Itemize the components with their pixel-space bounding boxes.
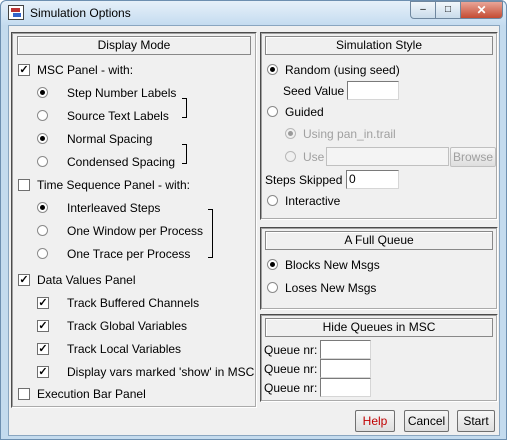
track-global-variables-checkbox[interactable]: ✓ [37,320,49,332]
track-global-variables-label: Track Global Variables [67,319,188,333]
condensed-spacing-label: Condensed Spacing [67,155,176,169]
msc-panel-label: MSC Panel - with: [37,63,134,77]
time-sequence-group-bracket [208,209,213,258]
spacing-group-bracket [182,144,187,164]
use-file-label: Use [303,150,325,164]
step-number-labels-label: Step Number Labels [67,86,177,100]
steps-skipped-label: Steps Skipped [265,173,343,187]
simulation-style-title: Simulation Style [265,36,493,55]
seed-value-label: Seed Value [283,84,345,98]
execution-bar-panel-label: Execution Bar Panel [37,387,146,401]
use-file-input[interactable] [326,147,449,166]
interleaved-steps-radio[interactable] [37,202,48,213]
blocks-new-msgs-label: Blocks New Msgs [285,258,380,272]
track-buffered-channels-label: Track Buffered Channels [67,296,200,310]
using-trail-radio[interactable] [285,128,296,139]
one-trace-per-process-label: One Trace per Process [67,247,191,261]
queue-nr-label-1: Queue nr: [264,343,318,357]
interleaved-steps-label: Interleaved Steps [67,201,161,215]
minimize-button[interactable]: – [410,1,436,19]
use-file-radio[interactable] [285,151,296,162]
start-button[interactable]: Start [457,410,495,432]
normal-spacing-label: Normal Spacing [67,132,153,146]
display-vars-show-checkbox[interactable]: ✓ [37,366,49,378]
loses-new-msgs-label: Loses New Msgs [285,281,377,295]
msc-panel-checkbox[interactable]: ✓ [18,64,30,76]
title-bar[interactable]: Simulation Options – □ ✕ [1,1,506,25]
interactive-label: Interactive [285,194,341,208]
track-local-variables-checkbox[interactable]: ✓ [37,343,49,355]
step-number-labels-radio[interactable] [37,87,48,98]
blocks-new-msgs-radio[interactable] [267,259,278,270]
cancel-button[interactable]: Cancel [404,410,449,432]
queue-nr-input-2[interactable] [320,359,371,378]
window-title: Simulation Options [30,6,131,20]
source-text-labels-radio[interactable] [37,110,48,121]
queue-nr-label-2: Queue nr: [264,362,318,376]
dialog-body: Display Mode ✓ MSC Panel - with: Step Nu… [8,25,500,436]
queue-nr-input-1[interactable] [320,340,371,359]
maximize-button[interactable]: □ [435,1,461,19]
data-values-panel-label: Data Values Panel [37,273,136,287]
guided-label: Guided [285,105,324,119]
random-seed-radio[interactable] [267,64,278,75]
normal-spacing-radio[interactable] [37,133,48,144]
interactive-radio[interactable] [267,195,278,206]
close-button[interactable]: ✕ [460,1,503,19]
track-buffered-channels-checkbox[interactable]: ✓ [37,297,49,309]
guided-radio[interactable] [267,106,278,117]
steps-skipped-input[interactable]: 0 [346,170,399,189]
one-window-per-process-label: One Window per Process [67,224,204,238]
browse-button[interactable]: Browse [450,147,496,167]
loses-new-msgs-radio[interactable] [267,282,278,293]
one-trace-per-process-radio[interactable] [37,248,48,259]
condensed-spacing-radio[interactable] [37,156,48,167]
queue-nr-label-3: Queue nr: [264,381,318,395]
full-queue-title: A Full Queue [265,231,493,250]
track-local-variables-label: Track Local Variables [67,342,182,356]
labels-group-bracket [182,98,187,118]
display-mode-title: Display Mode [17,36,251,55]
queue-nr-input-3[interactable] [320,378,371,397]
simulation-options-window: Simulation Options – □ ✕ Display Mode ✓ … [0,0,507,440]
one-window-per-process-radio[interactable] [37,225,48,236]
time-sequence-panel-checkbox[interactable] [18,179,30,191]
help-button[interactable]: Help [355,410,395,432]
data-values-panel-checkbox[interactable]: ✓ [18,274,30,286]
seed-value-input[interactable] [347,81,399,100]
hide-queues-title: Hide Queues in MSC [265,318,493,337]
app-icon [8,5,24,20]
source-text-labels-label: Source Text Labels [67,109,169,123]
using-trail-label: Using pan_in.trail [303,127,396,141]
random-seed-label: Random (using seed) [285,63,400,77]
execution-bar-panel-checkbox[interactable] [18,388,30,400]
time-sequence-panel-label: Time Sequence Panel - with: [37,178,190,192]
simulation-style-panel [260,32,498,220]
display-vars-show-label: Display vars marked 'show' in MSC [67,365,255,379]
